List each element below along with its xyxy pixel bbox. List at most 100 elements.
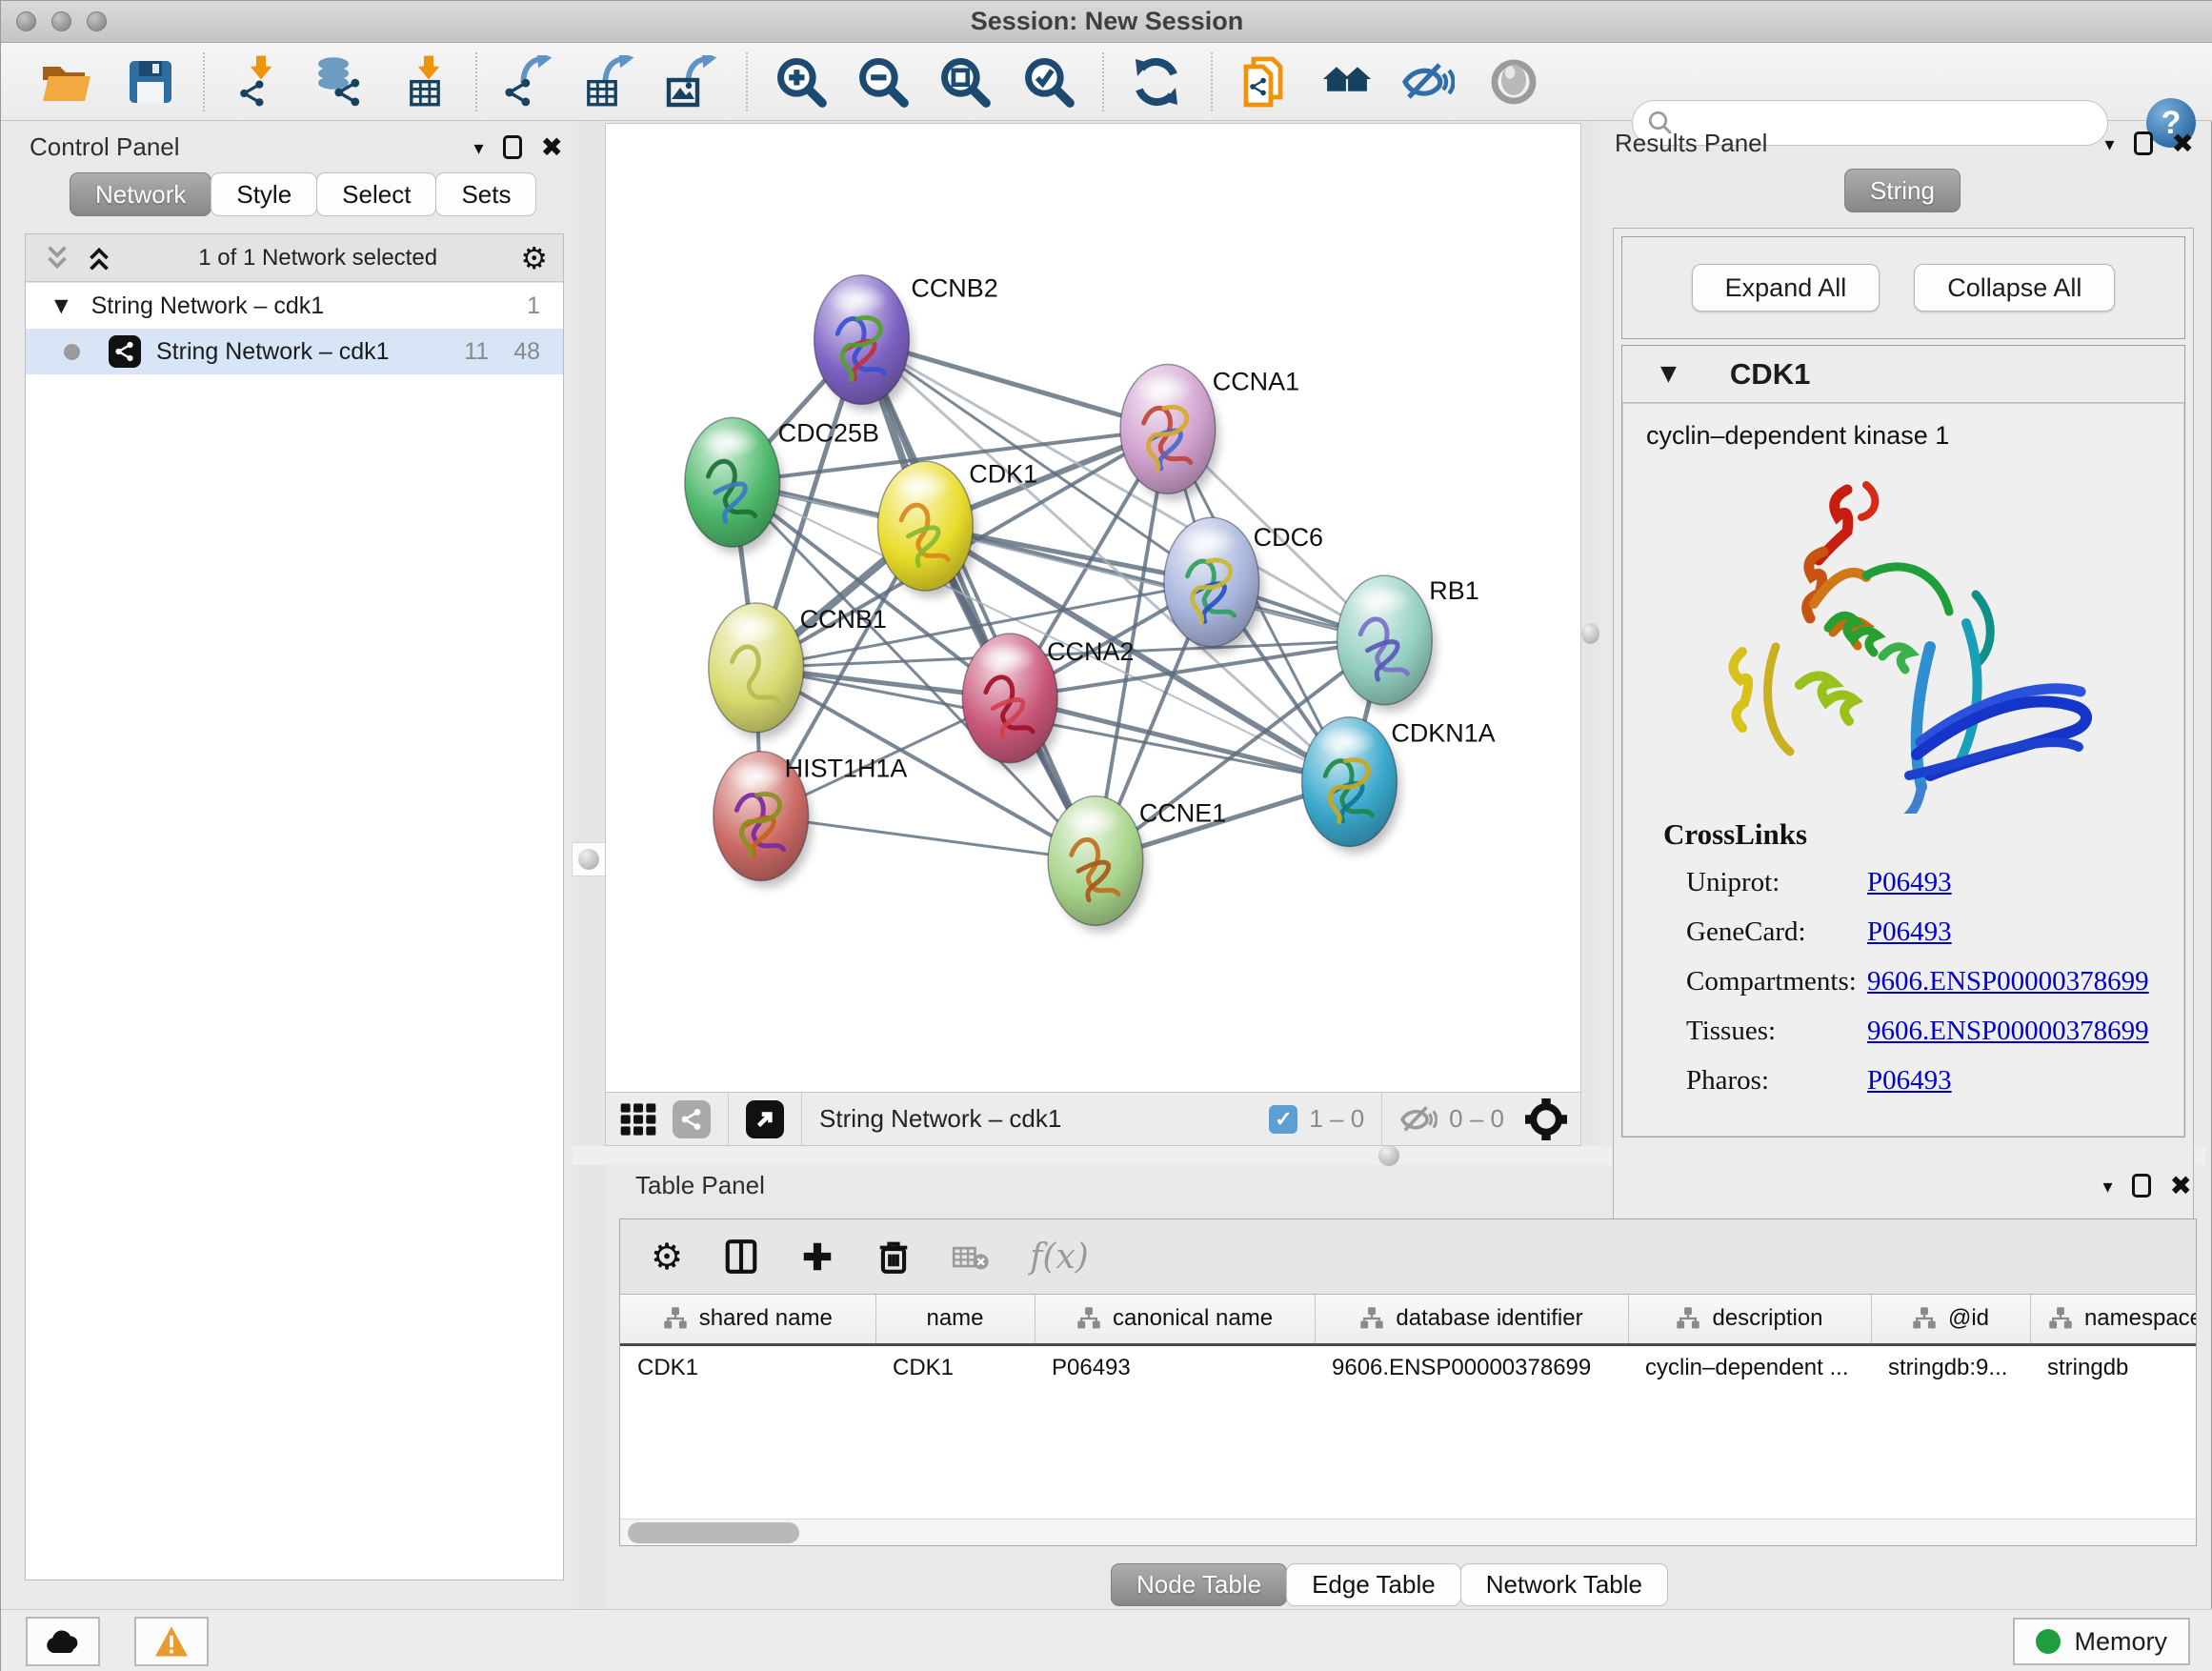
zoom-selected-icon[interactable]	[1022, 55, 1076, 109]
open-session-icon[interactable]	[39, 55, 92, 109]
column-header-name[interactable]: name	[875, 1295, 1035, 1344]
show-columns-icon[interactable]	[723, 1238, 759, 1275]
table-options-gear-icon[interactable]: ⚙	[651, 1236, 683, 1278]
export-image-icon[interactable]	[665, 55, 718, 109]
import-network-file-icon[interactable]	[233, 55, 287, 109]
expand-all-button[interactable]: Expand All	[1692, 264, 1880, 312]
scrollbar-thumb[interactable]	[628, 1522, 799, 1543]
network-node-RB1[interactable]	[1337, 575, 1436, 712]
crosslink-link[interactable]: P06493	[1867, 916, 1952, 948]
network-collection-row[interactable]: ▼ String Network – cdk1 1	[26, 283, 563, 329]
collapse-all-icon[interactable]	[41, 242, 73, 274]
table-row[interactable]: CDK1 CDK1 P06493 9606.ENSP00000378699 cy…	[620, 1344, 2196, 1390]
column-header-description[interactable]: description	[1628, 1295, 1871, 1344]
network-node-CCNA1[interactable]	[1120, 365, 1219, 501]
crosslink-link[interactable]: P06493	[1867, 1065, 1952, 1097]
network-node-CCNE1[interactable]	[1048, 796, 1147, 933]
save-session-icon[interactable]	[124, 55, 177, 109]
gene-section-body: cyclin–dependent kinase 1	[1622, 403, 2184, 1137]
cell-description[interactable]: cyclin–dependent ...	[1628, 1344, 1871, 1390]
crosslink-link[interactable]: 9606.ENSP00000378699	[1867, 1016, 2149, 1047]
column-header-canonical-name[interactable]: canonical name	[1035, 1295, 1315, 1344]
network-node-CCNB1[interactable]	[709, 603, 808, 739]
network-row[interactable]: String Network – cdk1 11 48	[26, 329, 563, 374]
import-table-icon[interactable]	[401, 55, 454, 109]
collection-expand-icon[interactable]: ▼	[54, 295, 69, 316]
column-header-id[interactable]: @id	[1871, 1295, 2030, 1344]
tab-string[interactable]: String	[1844, 169, 1961, 212]
grid-mode-icon[interactable]	[619, 1100, 657, 1138]
svg-text:RB1: RB1	[1429, 576, 1478, 605]
panel-menu-icon[interactable]: ▾	[2104, 132, 2114, 155]
network-node-CDC6[interactable]	[1164, 517, 1263, 654]
detach-view-icon[interactable]	[673, 1100, 711, 1138]
network-options-gear-icon[interactable]: ⚙	[520, 240, 548, 276]
tab-network-table[interactable]: Network Table	[1460, 1563, 1668, 1606]
expand-all-icon[interactable]	[83, 242, 115, 274]
panel-close-icon[interactable]: ✖	[541, 134, 563, 161]
delete-table-icon[interactable]	[952, 1241, 990, 1272]
network-node-CDK1[interactable]	[877, 461, 976, 597]
network-status-dot	[64, 344, 80, 360]
warnings-button[interactable]	[134, 1617, 209, 1666]
import-network-database-icon[interactable]	[312, 55, 366, 109]
delete-column-icon[interactable]	[875, 1238, 912, 1275]
cell-shared-name[interactable]: CDK1	[620, 1344, 875, 1390]
crosslink-link[interactable]: 9606.ENSP00000378699	[1867, 966, 2149, 997]
panel-close-icon[interactable]: ✖	[2170, 1173, 2192, 1199]
selected-checkbox[interactable]: ✓	[1269, 1105, 1297, 1134]
crosslink-label: Compartments:	[1686, 966, 1867, 997]
refresh-layout-icon[interactable]	[1130, 55, 1183, 109]
hide-unhide-icon[interactable]	[1401, 55, 1455, 109]
add-column-icon[interactable]	[799, 1238, 835, 1275]
export-table-icon[interactable]	[582, 55, 635, 109]
zoom-window-icon[interactable]	[87, 11, 107, 31]
zoom-fit-icon[interactable]	[938, 55, 992, 109]
panel-float-icon[interactable]	[503, 135, 522, 159]
show-eye-icon[interactable]	[1487, 55, 1540, 109]
tab-network[interactable]: Network	[70, 172, 211, 216]
gene-section-header[interactable]: ▼ CDK1	[1622, 346, 2184, 403]
panel-close-icon[interactable]: ✖	[2172, 131, 2194, 157]
tab-sets[interactable]: Sets	[435, 172, 536, 216]
cell-name[interactable]: CDK1	[875, 1344, 1035, 1390]
table-horizontal-scrollbar[interactable]	[620, 1519, 2196, 1545]
panel-menu-icon[interactable]: ▾	[473, 136, 483, 159]
export-network-icon[interactable]	[500, 55, 553, 109]
tab-edge-table[interactable]: Edge Table	[1286, 1563, 1461, 1606]
function-builder-icon[interactable]: f(x)	[1030, 1238, 1089, 1277]
tab-node-table[interactable]: Node Table	[1111, 1563, 1287, 1606]
svg-text:CCNA2: CCNA2	[1047, 637, 1134, 666]
hidden-eye-icon[interactable]	[1399, 1103, 1438, 1136]
memory-button[interactable]: Memory	[2013, 1618, 2190, 1665]
network-node-CDKN1A[interactable]	[1302, 717, 1401, 854]
home-networks-icon[interactable]	[1320, 55, 1374, 109]
zoom-out-icon[interactable]	[856, 55, 910, 109]
cell-id[interactable]: stringdb:9...	[1871, 1344, 2030, 1390]
minimize-window-icon[interactable]	[51, 11, 71, 31]
birdseye-view-icon[interactable]	[746, 1100, 784, 1138]
cell-database-identifier[interactable]: 9606.ENSP00000378699	[1315, 1344, 1628, 1390]
network-canvas[interactable]: CCNB2CCNA1CDC25BCDK1CDC6RB1CCNB1CCNA2CDK…	[605, 123, 1581, 1093]
cell-canonical-name[interactable]: P06493	[1035, 1344, 1315, 1390]
clone-network-icon[interactable]	[1237, 55, 1290, 109]
gene-collapse-icon[interactable]: ▼	[1660, 362, 1677, 386]
network-node-CDC25B[interactable]	[685, 417, 784, 554]
tab-select[interactable]: Select	[316, 172, 436, 216]
network-node-CCNB2[interactable]	[814, 275, 914, 412]
zoom-in-icon[interactable]	[774, 55, 828, 109]
tab-style[interactable]: Style	[211, 172, 317, 216]
column-header-database-identifier[interactable]: database identifier	[1315, 1295, 1628, 1344]
collapse-all-button[interactable]: Collapse All	[1914, 264, 2115, 312]
close-window-icon[interactable]	[16, 11, 36, 31]
panel-menu-icon[interactable]: ▾	[2102, 1175, 2112, 1198]
cell-namespace[interactable]: stringdb	[2030, 1344, 2196, 1390]
column-header-namespace[interactable]: namespace	[2030, 1295, 2196, 1344]
fit-selected-crosshair-icon[interactable]	[1525, 1098, 1567, 1140]
cloud-button[interactable]	[26, 1617, 100, 1666]
panel-float-icon[interactable]	[2132, 1174, 2151, 1198]
column-header-shared-name[interactable]: shared name	[620, 1295, 875, 1344]
panel-float-icon[interactable]	[2134, 131, 2153, 155]
crosslink-link[interactable]: P06493	[1867, 867, 1952, 898]
right-splitter[interactable]	[1581, 121, 1599, 1146]
